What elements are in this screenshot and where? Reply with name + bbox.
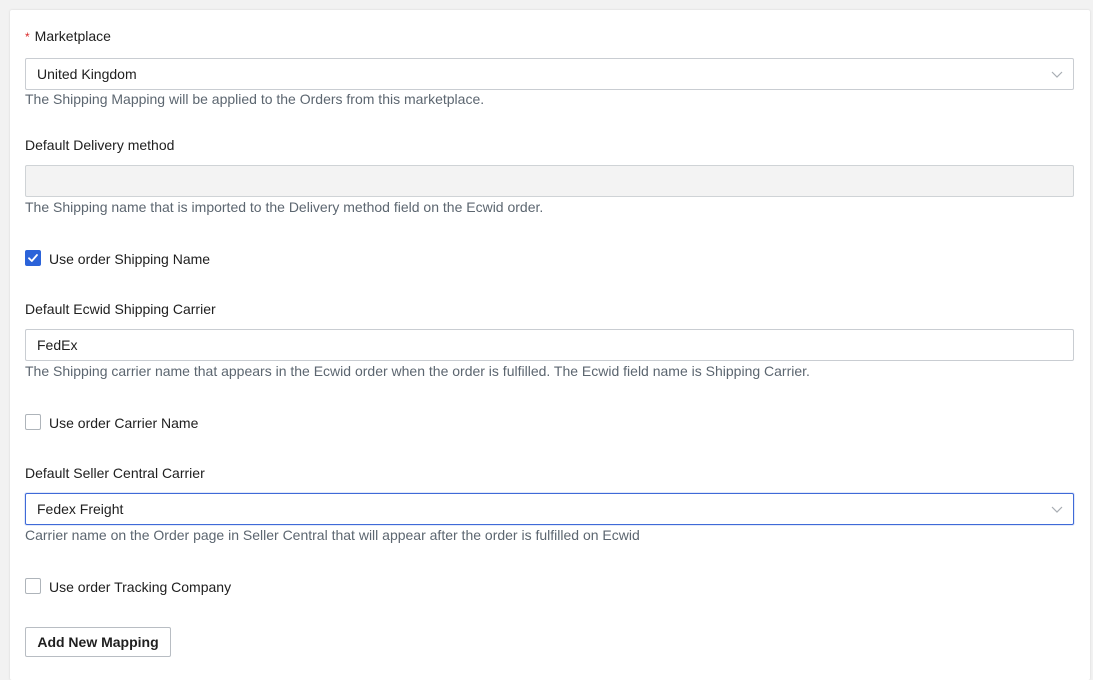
add-new-mapping-button[interactable]: Add New Mapping xyxy=(25,627,171,657)
ecwid-carrier-label: Default Ecwid Shipping Carrier xyxy=(25,301,216,317)
marketplace-select[interactable]: United Kingdom xyxy=(25,58,1074,90)
chevron-down-icon xyxy=(1051,71,1063,78)
delivery-method-help: The Shipping name that is imported to th… xyxy=(25,199,544,215)
shipping-mapping-form: * Marketplace United Kingdom The Shipping… xyxy=(10,10,1090,680)
marketplace-label: * Marketplace xyxy=(25,28,111,44)
delivery-method-label: Default Delivery method xyxy=(25,137,175,153)
seller-central-carrier-value: Fedex Freight xyxy=(37,501,124,517)
chevron-down-icon xyxy=(1051,506,1063,513)
ecwid-carrier-value: FedEx xyxy=(37,337,78,353)
use-order-shipping-name-checkbox[interactable] xyxy=(25,250,41,266)
seller-central-carrier-label: Default Seller Central Carrier xyxy=(25,465,205,481)
seller-central-carrier-select[interactable]: Fedex Freight xyxy=(25,493,1074,525)
ecwid-carrier-input[interactable]: FedEx xyxy=(25,329,1074,361)
marketplace-select-value: United Kingdom xyxy=(37,66,137,82)
ecwid-carrier-help: The Shipping carrier name that appears i… xyxy=(25,363,810,379)
use-order-carrier-name-label[interactable]: Use order Carrier Name xyxy=(49,415,198,431)
delivery-method-input[interactable] xyxy=(25,165,1074,197)
seller-central-carrier-help: Carrier name on the Order page in Seller… xyxy=(25,527,640,543)
use-order-shipping-name-label[interactable]: Use order Shipping Name xyxy=(49,251,210,267)
use-order-carrier-name-checkbox[interactable] xyxy=(25,414,41,430)
marketplace-label-text: Marketplace xyxy=(34,28,111,44)
use-order-tracking-company-label[interactable]: Use order Tracking Company xyxy=(49,579,231,595)
use-order-tracking-company-checkbox[interactable] xyxy=(25,578,41,594)
marketplace-help: The Shipping Mapping will be applied to … xyxy=(25,91,485,107)
checkmark-icon xyxy=(28,254,38,262)
required-mark: * xyxy=(25,30,30,44)
